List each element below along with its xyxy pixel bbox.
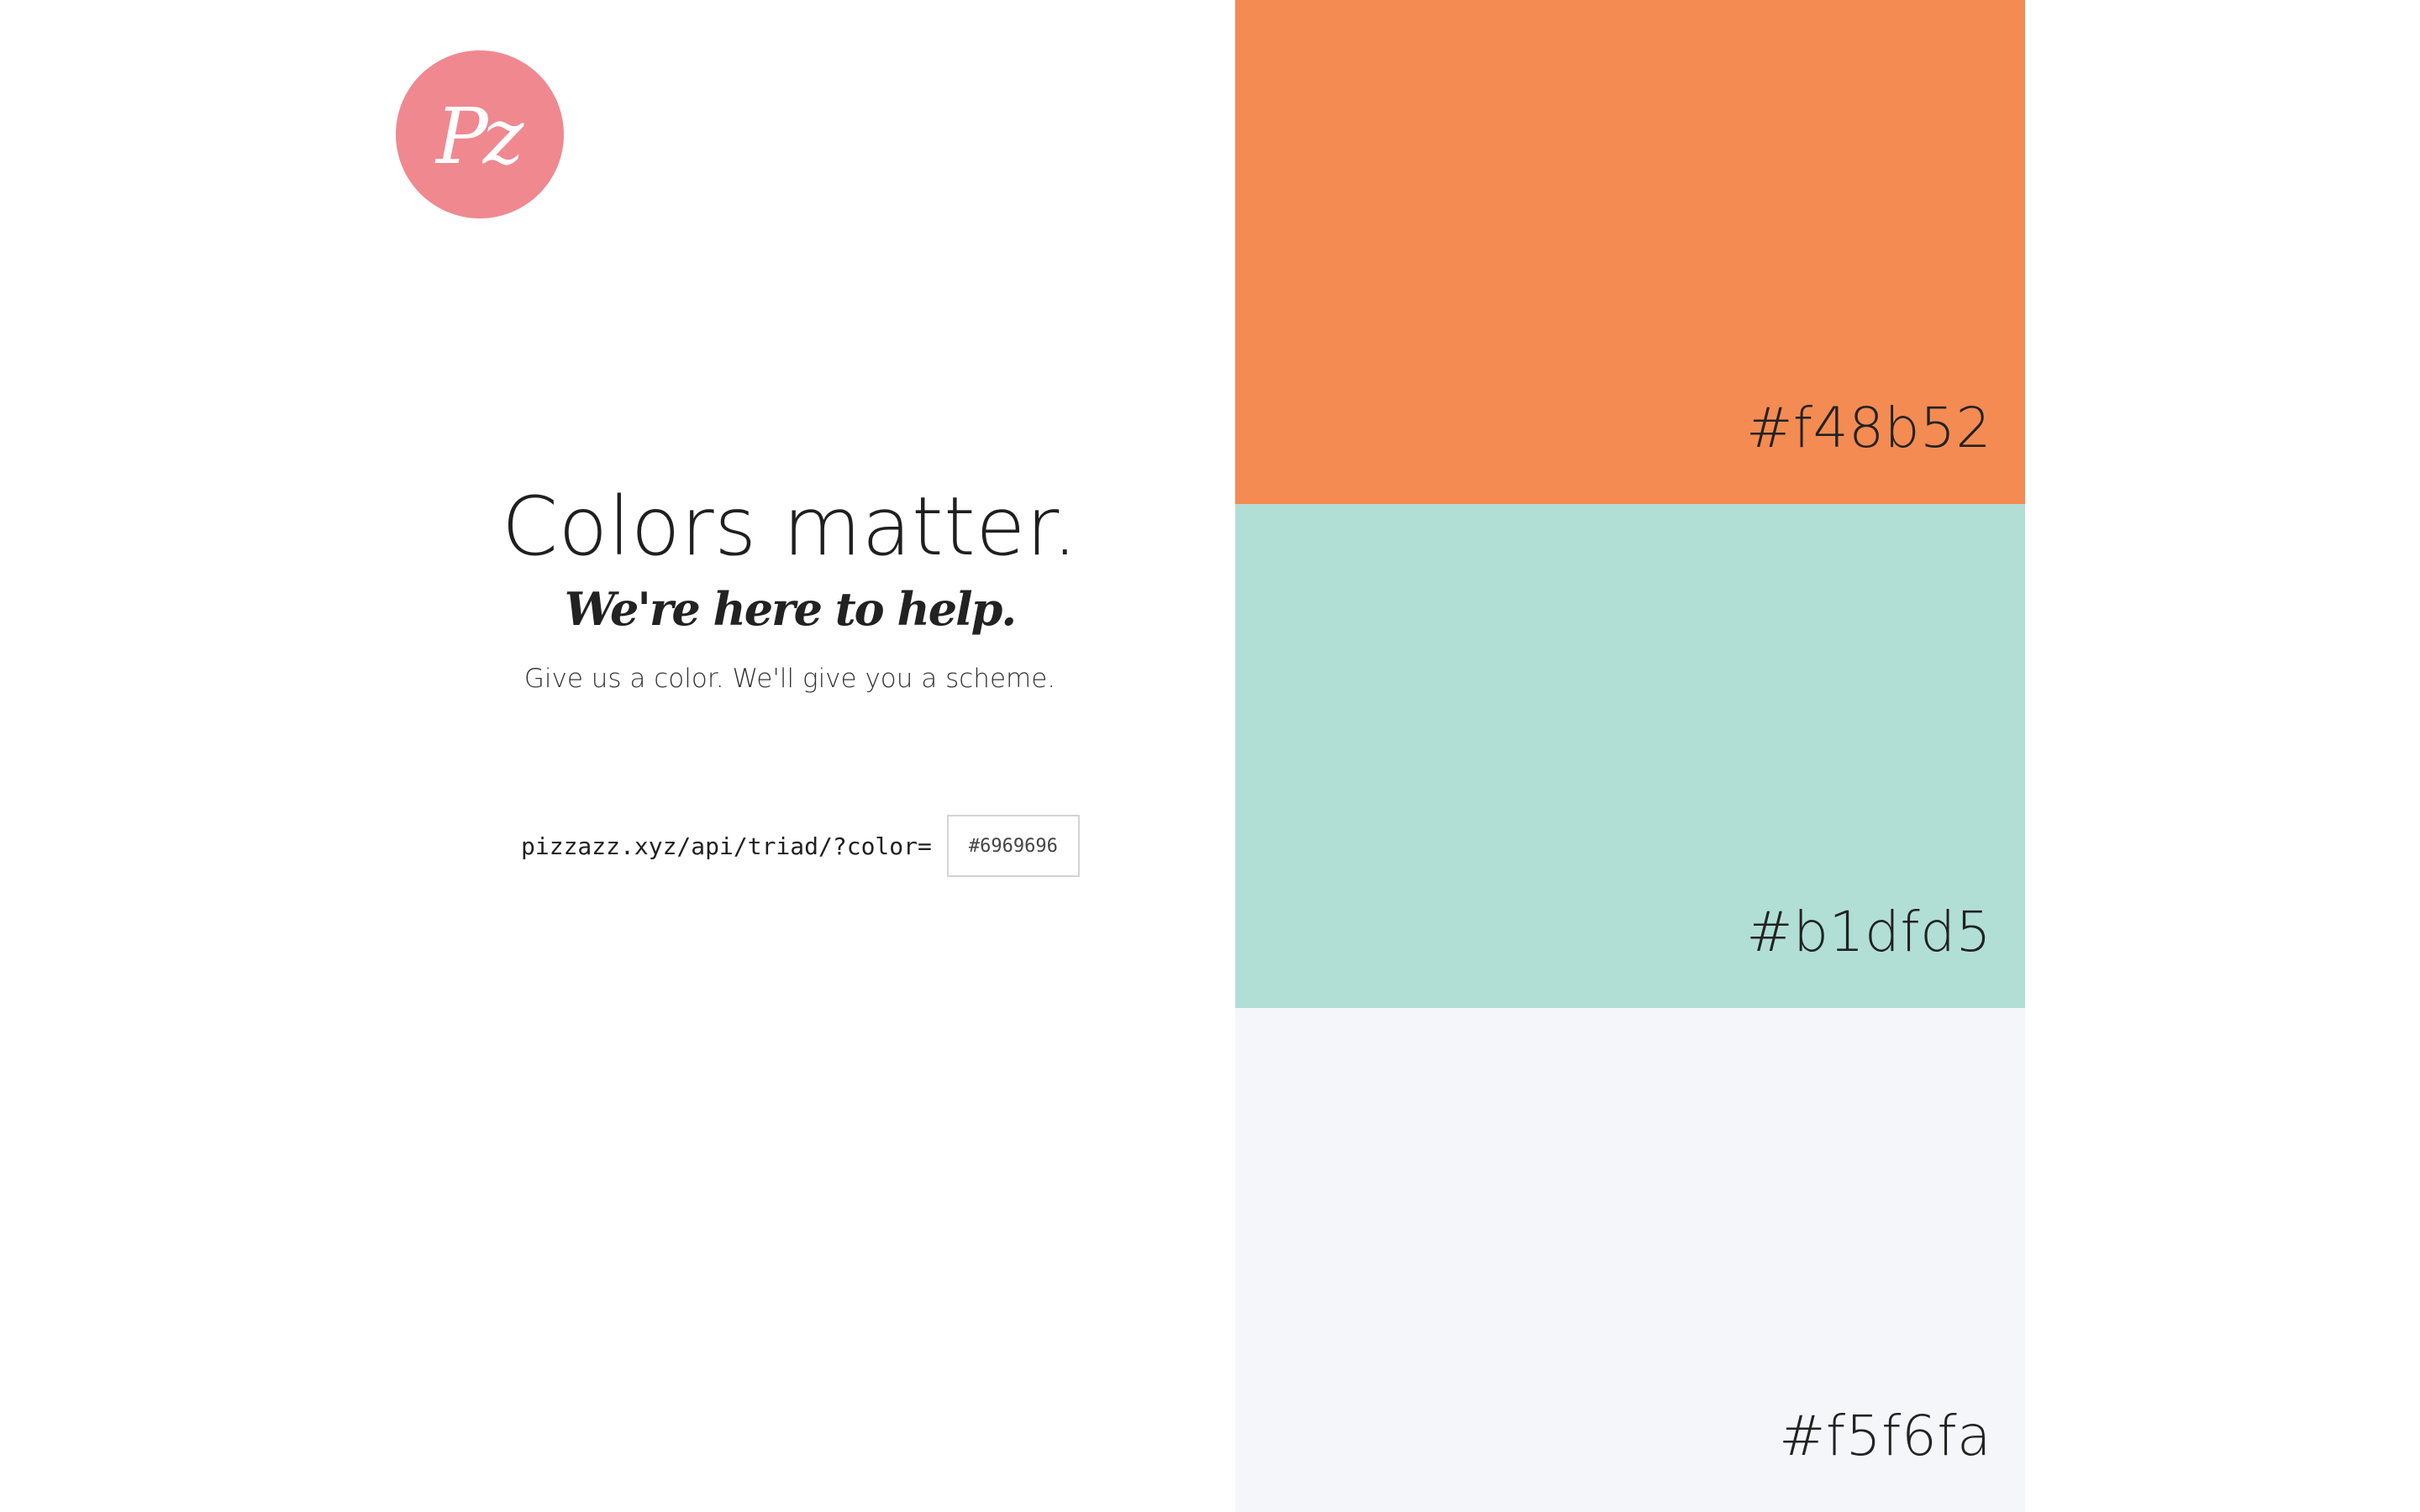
swatch-primary[interactable]: #f48b52 <box>1235 0 2025 504</box>
logo-text: Pz <box>435 92 523 181</box>
api-url-label: pizzazz.xyz/api/triad/?color= <box>521 832 932 860</box>
swatch-tertiary[interactable]: #f5f6fa <box>1235 1008 2025 1512</box>
logo[interactable]: Pz <box>396 50 564 218</box>
color-input[interactable] <box>946 815 1080 877</box>
swatch-secondary[interactable]: #b1dfd5 <box>1235 504 2025 1008</box>
swatch-primary-hex: #f48b52 <box>1746 396 1991 460</box>
swatch-secondary-hex: #b1dfd5 <box>1746 900 1991 964</box>
api-url-row: pizzazz.xyz/api/triad/?color= <box>521 815 1080 877</box>
swatch-tertiary-hex: #f5f6fa <box>1779 1404 1991 1468</box>
color-scheme-panel: #f48b52 #b1dfd5 #f5f6fa <box>1235 0 2025 1512</box>
